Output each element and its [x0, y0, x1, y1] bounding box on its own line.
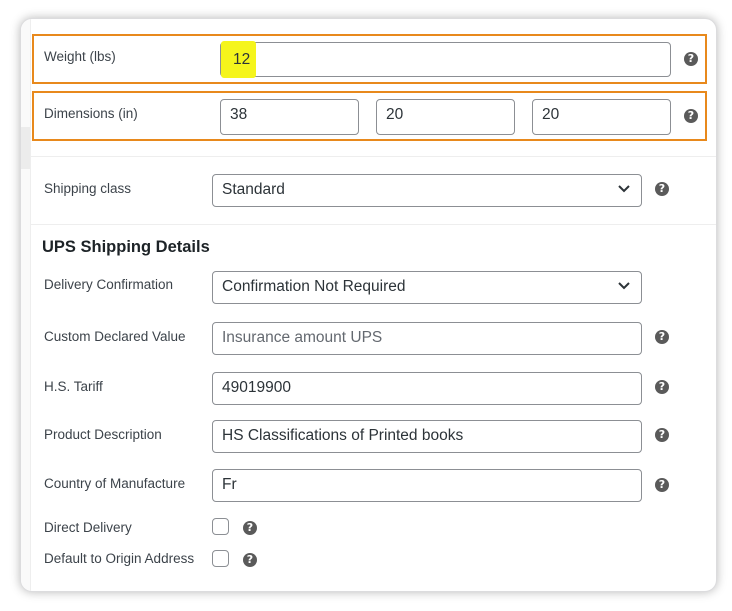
custom-declared-value-label: Custom Declared Value — [44, 329, 186, 344]
shipping-class-value: Standard — [222, 181, 285, 198]
dimensions-length-input[interactable]: 38 — [220, 99, 359, 135]
direct-delivery-label: Direct Delivery — [44, 520, 132, 535]
product-description-label: Product Description — [44, 427, 162, 442]
strip-block — [21, 127, 30, 169]
weight-label: Weight (lbs) — [44, 49, 116, 64]
hs-tariff-label: H.S. Tariff — [44, 379, 103, 394]
dimensions-label: Dimensions (in) — [44, 106, 138, 121]
country-of-manufacture-help-icon[interactable]: ? — [655, 478, 669, 492]
direct-delivery-help-icon[interactable]: ? — [243, 521, 257, 535]
delivery-confirmation-label: Delivery Confirmation — [44, 277, 174, 292]
shipping-class-help-icon[interactable]: ? — [655, 182, 669, 196]
shipping-panel: Weight (lbs) 12 ? Dimensions (in) 38 20 … — [20, 18, 717, 592]
delivery-confirmation-value: Confirmation Not Required — [222, 278, 406, 295]
hs-tariff-help-icon[interactable]: ? — [655, 380, 669, 394]
country-of-manufacture-input[interactable]: Fr — [212, 469, 642, 502]
divider — [30, 224, 716, 225]
weight-value: 12 — [233, 51, 251, 68]
country-of-manufacture-label: Country of Manufacture — [44, 476, 186, 491]
chevron-down-icon — [618, 282, 630, 290]
divider — [30, 156, 716, 157]
left-strip — [21, 19, 31, 591]
default-origin-checkbox[interactable] — [212, 550, 229, 567]
weight-input[interactable]: 12 — [220, 41, 671, 78]
direct-delivery-checkbox[interactable] — [212, 518, 229, 535]
delivery-confirmation-select[interactable]: Confirmation Not Required — [212, 271, 642, 304]
chevron-down-icon — [618, 185, 630, 193]
product-description-help-icon[interactable]: ? — [655, 428, 669, 442]
product-description-input[interactable]: HS Classifications of Printed books — [212, 420, 642, 453]
dimensions-height-input[interactable]: 20 — [532, 99, 671, 135]
hs-tariff-input[interactable]: 49019900 — [212, 372, 642, 405]
default-origin-label: Default to Origin Address — [44, 551, 195, 566]
custom-declared-value-help-icon[interactable]: ? — [655, 330, 669, 344]
ups-section-heading: UPS Shipping Details — [42, 238, 210, 256]
dimensions-help-icon[interactable]: ? — [684, 109, 698, 123]
dimensions-width-input[interactable]: 20 — [376, 99, 515, 135]
shipping-class-select[interactable]: Standard — [212, 174, 642, 207]
weight-help-icon[interactable]: ? — [684, 52, 698, 66]
default-origin-help-icon[interactable]: ? — [243, 553, 257, 567]
custom-declared-value-input[interactable]: Insurance amount UPS — [212, 322, 642, 355]
shipping-class-label: Shipping class — [44, 181, 132, 196]
